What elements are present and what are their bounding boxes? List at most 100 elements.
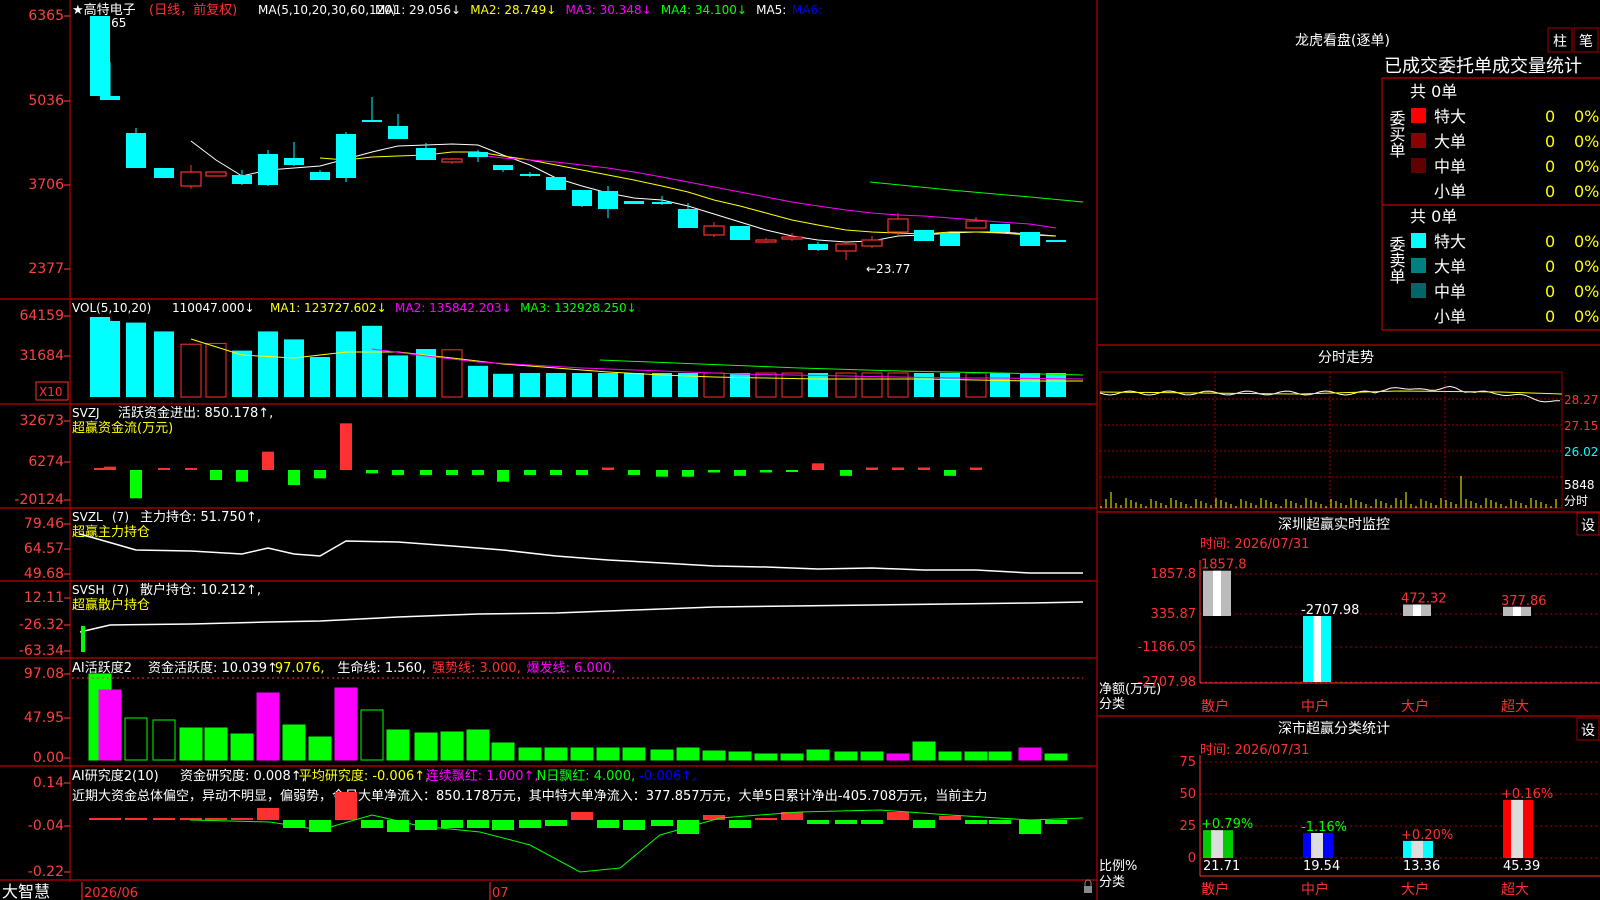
category-count: 0 [1545,257,1555,276]
classify-title: 深市超赢分类统计 [1278,720,1390,737]
category-count: 0 [1545,107,1555,126]
activity-bar [256,692,280,761]
volume-bar [493,373,513,397]
svzj-bar [786,470,798,472]
activity-bar [570,747,594,761]
activity-bar [728,751,752,761]
activity-bar [886,753,910,761]
category-count: 0 [1545,132,1555,151]
category-pct: 0% [1574,282,1599,301]
volume-bar [232,350,252,397]
svzj-bar [392,470,404,475]
monitor-y-tick: 335.87 [1151,607,1197,622]
kline-period: (日线，前复权) [149,2,237,18]
category-pct: 0% [1574,307,1599,326]
classify-value: 21.71 [1203,859,1240,874]
research-bar [231,818,253,820]
activity-bar [152,719,176,761]
buy-total: 共 0单 [1410,82,1457,101]
svzj-bar [314,470,326,479]
y-tick-label: 47.95 [24,710,64,726]
legend-item: 97.076, [275,661,325,676]
candle-body-down [652,202,672,204]
y-tick-label: 0.00 [33,750,64,766]
volume-bar [205,342,227,398]
volume-bar [336,331,356,397]
activity-bar [414,732,438,761]
candle-body-down [624,201,644,204]
activity-bar [780,753,804,761]
svzj-bar [734,470,746,476]
research-bar [415,820,437,830]
svzl-sub: 超赢主力持仓 [72,524,150,540]
monitor-y-tick: 1857.8 [1151,567,1197,582]
research-bar [99,818,121,820]
y-tick-label: -63.34 [19,643,64,659]
svzj-bar [130,470,142,499]
activity-bar [179,727,203,761]
category-swatch [1411,158,1426,173]
activity-bar [308,736,332,761]
lock-icon[interactable] [1084,886,1092,893]
legend-item: MA3: 132928.250↓ [520,301,637,315]
monitor-title: 深圳超赢实时监控 [1278,516,1390,533]
candle-body-down [598,191,618,209]
category-pct: 0% [1574,157,1599,176]
classify-axis-label-1: 比例% [1099,859,1137,874]
research-bar [153,818,175,820]
y-tick-label: -0.04 [28,818,64,834]
category-pct: 0% [1574,182,1599,201]
candle-body-down [990,224,1010,232]
research-bar [597,820,619,828]
volume-bar [598,373,618,397]
classify-y-tick: 25 [1179,819,1196,834]
y-tick-label: -26.32 [19,617,64,633]
classify-y-tick: 0 [1188,851,1196,866]
classify-bar-highlight [1511,799,1523,858]
activity-bar [440,731,464,761]
ai-research-comment: 近期大资金总体偏空，异动不明显，偏弱势，今日大单净流入：850.178万元，其中… [72,788,987,804]
svzj-bar [892,467,904,470]
monitor-time: 时间: 2026/07/31 [1200,537,1309,552]
monitor-category: 超大 [1501,699,1529,715]
activity-bar [938,751,962,761]
activity-bar [912,741,936,761]
svzl-param: (7) [112,510,129,524]
monitor-bar-highlight [1213,570,1221,616]
research-bar [1045,820,1067,824]
volume-bar [258,331,278,397]
dragon-title: 龙虎看盘(逐单) [1295,32,1390,49]
research-bar [755,818,777,820]
classify-bar-highlight [1211,830,1223,858]
classify-category: 超大 [1501,882,1529,898]
category-name: 大单 [1434,257,1466,276]
category-name: 中单 [1434,157,1466,176]
category-count: 0 [1545,307,1555,326]
svzj-bar [104,466,116,470]
classify-category: 大户 [1401,881,1429,898]
research-bar [965,820,987,824]
candle-body-down [468,152,488,157]
monitor-bar-label: -2707.98 [1301,603,1359,618]
svsh-y-axis: 12.11 -26.32 -63.34 [19,590,70,659]
activity-bar [834,751,858,761]
legend-item: 强势线: 3.000, [432,660,521,676]
svzj-bar [446,470,458,475]
activity-bar [386,729,410,761]
y-tick-label: -0.22 [28,864,64,880]
research-bar [887,812,909,820]
volume-bar [990,373,1010,397]
classify-time: 时间: 2026/07/31 [1200,743,1309,758]
volume-bar [180,343,202,398]
volume-bar [652,373,672,397]
volume-bar [520,373,540,397]
candle-body-up [887,218,909,233]
candle-body-down [232,175,252,184]
activity-bar [806,749,830,761]
svzj-bar [210,470,222,480]
date-label-june: 2026/06 [84,886,138,900]
ai-research-y-axis: 0.14 -0.04 -0.22 [28,775,70,880]
vol-title: VOL(5,10,20) [72,301,151,315]
category-name: 中单 [1434,282,1466,301]
volume-bar [362,325,382,397]
